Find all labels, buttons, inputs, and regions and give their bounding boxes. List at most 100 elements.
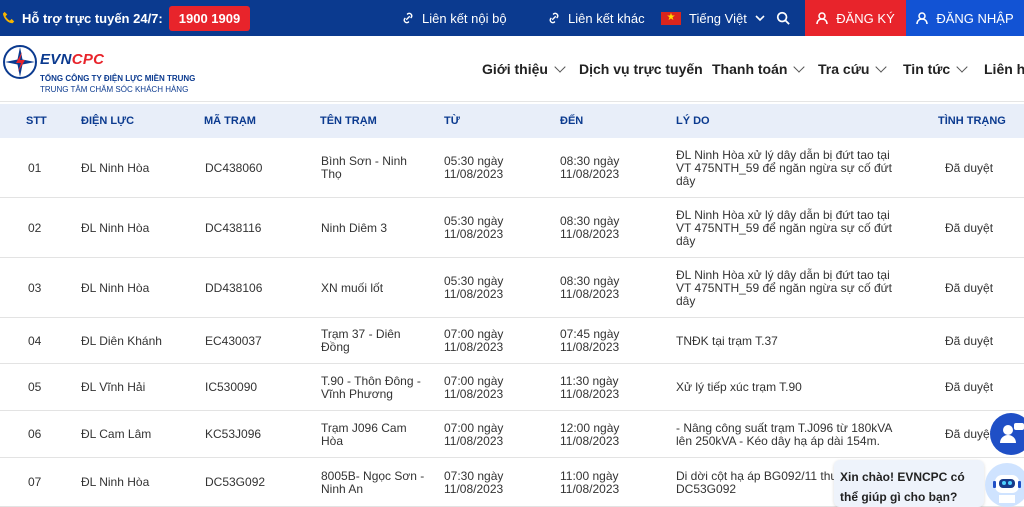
support-label: Hỗ trợ trực tuyến 24/7: xyxy=(22,10,163,26)
cell-from: 05:30 ngày 11/08/2023 xyxy=(444,155,503,181)
support-info: Hỗ trợ trực tuyến 24/7: 1900 1909 xyxy=(0,0,251,36)
cell-status: Đã duyệt xyxy=(945,221,994,235)
vietnam-flag-icon: ★ xyxy=(661,11,681,25)
col-stt: STT xyxy=(26,115,47,127)
cell-line: 11/08/2023 xyxy=(560,387,620,401)
brand-line2: TRUNG TÂM CHĂM SÓC KHÁCH HÀNG xyxy=(40,85,189,94)
cell-stt: 02 xyxy=(28,221,42,235)
phone-icon xyxy=(2,11,15,24)
nav-tra-cuu[interactable]: Tra cứu xyxy=(818,61,888,77)
cell-reason: TNĐK tại trạm T.37 xyxy=(676,335,778,348)
support-chat-button[interactable] xyxy=(990,413,1024,455)
chevron-down-icon xyxy=(755,15,765,22)
cell-unit: ĐL Ninh Hòa xyxy=(81,161,150,175)
cell-line: VT 475NTH_59 để ngăn ngừa sự cố đứt xyxy=(676,221,893,235)
chatbot-robot-icon[interactable] xyxy=(985,463,1024,507)
cell-code: DD438106 xyxy=(205,281,263,295)
nav-lien-he[interactable]: Liên hệ xyxy=(984,61,1024,77)
table-header: STT ĐIỆN LỰC MÃ TRẠM TÊN TRẠM TỪ ĐẾN LÝ … xyxy=(0,104,1024,138)
col-tu: TỪ xyxy=(444,115,460,127)
chevron-down-icon xyxy=(956,61,968,73)
cell-unit: ĐL Ninh Hòa xyxy=(81,221,150,235)
cell-unit: ĐL Diên Khánh xyxy=(81,334,162,348)
chevron-down-icon xyxy=(554,61,566,73)
cell-name: T.90 - Thôn Đông - Vĩnh Phương xyxy=(321,375,421,401)
nav-label: Tra cứu xyxy=(818,61,870,77)
cell-line: 11/08/2023 xyxy=(444,227,504,241)
cell-from: 05:30 ngày 11/08/2023 xyxy=(444,215,503,241)
cell-line: VT 475NTH_59 để ngăn ngừa sự cố đứt xyxy=(676,161,893,175)
brand-evn: EVN xyxy=(40,51,72,68)
cell-name: Trạm J096 Cam Hòa xyxy=(321,422,407,448)
table-row: 02 ĐL Ninh Hòa DC438116 Ninh Diêm 3 05:30 ng… xyxy=(0,198,1024,258)
cell-to: 08:30 ngày 11/08/2023 xyxy=(560,155,619,181)
nav-label: Thanh toán xyxy=(712,61,788,77)
nav-thanh-toan[interactable]: Thanh toán xyxy=(712,61,806,77)
search-button[interactable] xyxy=(776,0,797,36)
cell-stt: 01 xyxy=(28,161,42,175)
cell-reason: - Nâng công suất trạm T.J096 từ 180kVA lê… xyxy=(676,422,892,448)
cell-unit: ĐL Ninh Hòa xyxy=(81,475,150,489)
cell-unit: ĐL Cam Lâm xyxy=(81,427,152,441)
cell-line: dây xyxy=(676,294,696,308)
other-link[interactable]: Liên kết khác xyxy=(547,0,645,36)
cell-name: Bình Sơn - Ninh Thọ xyxy=(321,155,407,181)
cell-from: 07:00 ngày 11/08/2023 xyxy=(444,422,503,448)
cell-line: DC53G092 xyxy=(676,482,737,496)
cell-to: 11:30 ngày 11/08/2023 xyxy=(560,375,619,401)
login-button[interactable]: ĐĂNG NHẬP xyxy=(906,0,1024,36)
evncpc-logo-icon[interactable] xyxy=(2,44,38,80)
cell-code: EC430037 xyxy=(205,334,262,348)
register-button[interactable]: ĐĂNG KÝ xyxy=(805,0,906,36)
nav-label: Dịch vụ trực tuyến xyxy=(579,61,703,77)
chevron-down-icon xyxy=(875,61,888,73)
nav-gioi-thieu[interactable]: Giới thiệu xyxy=(482,61,566,77)
cell-line: Vĩnh Phương xyxy=(321,387,393,401)
login-label: ĐĂNG NHẬP xyxy=(936,10,1014,26)
cell-stt: 03 xyxy=(28,281,42,295)
cell-stt: 07 xyxy=(28,475,42,489)
cell-from: 05:30 ngày 11/08/2023 xyxy=(444,275,503,301)
cell-reason: Xử lý tiếp xúc trạm T.90 xyxy=(676,381,802,394)
cell-line: 11/08/2023 xyxy=(560,482,620,496)
cell-from: 07:00 ngày 11/08/2023 xyxy=(444,328,503,354)
cell-code: DC438060 xyxy=(205,161,263,175)
cell-line: XN muối lốt xyxy=(321,281,384,295)
col-ma-tram: MÃ TRẠM xyxy=(204,115,256,127)
brand-line1: TỔNG CÔNG TY ĐIỆN LỰC MIỀN TRUNG xyxy=(40,74,196,83)
table-row: 04 ĐL Diên Khánh EC430037 Trạm 37 - Diên Đồn… xyxy=(0,318,1024,364)
language-label: Tiếng Việt xyxy=(689,10,747,26)
brand-name[interactable]: EVNCPC xyxy=(40,51,104,68)
internal-link[interactable]: Liên kết nội bộ xyxy=(401,0,507,36)
cell-from: 07:00 ngày 11/08/2023 xyxy=(444,375,503,401)
table-row: 03 ĐL Ninh Hòa DD438106 XN muối lốt 05:30 ng… xyxy=(0,258,1024,318)
support-agent-icon xyxy=(1000,423,1024,443)
nav-dich-vu[interactable]: Dịch vụ trực tuyến xyxy=(579,61,703,77)
chat-line2: thể giúp gì cho bạn? xyxy=(840,490,958,504)
cell-line: 11/08/2023 xyxy=(560,340,620,354)
table-row: 05 ĐL Vĩnh Hải IC530090 T.90 - Thôn Đông -V… xyxy=(0,364,1024,411)
main-header: EVNCPC TỔNG CÔNG TY ĐIỆN LỰC MIỀN TRUNG … xyxy=(0,36,1024,102)
cell-reason: ĐL Ninh Hòa xử lý dây dẫn bị đứt tao tại… xyxy=(676,149,892,188)
nav-label: Liên hệ xyxy=(984,61,1024,77)
cell-line: 11/08/2023 xyxy=(444,482,504,496)
user-icon xyxy=(916,11,929,24)
table-row: 01 ĐL Ninh Hòa DC438060 Bình Sơn - Ninh Thọ 0… xyxy=(0,138,1024,198)
col-ten-tram: TÊN TRẠM xyxy=(320,115,377,127)
chat-greeting[interactable]: Xin chào! EVNCPC có thể giúp gì cho bạn? xyxy=(834,460,984,507)
col-ly-do: LÝ DO xyxy=(676,115,710,127)
cell-status: Đã duyệt xyxy=(945,427,994,441)
cell-line: Đồng xyxy=(321,340,350,354)
cell-line: 11/08/2023 xyxy=(444,387,504,401)
cell-name: XN muối lốt xyxy=(321,282,383,295)
search-icon xyxy=(776,11,790,25)
user-icon xyxy=(816,11,828,24)
language-selector[interactable]: ★ Tiếng Việt xyxy=(661,0,765,36)
cell-code: DC53G092 xyxy=(205,475,266,489)
cell-line: Ninh Diêm 3 xyxy=(321,221,388,235)
cell-stt: 04 xyxy=(28,334,42,348)
nav-tin-tuc[interactable]: Tin tức xyxy=(903,61,968,77)
hotline-button[interactable]: 1900 1909 xyxy=(168,5,251,31)
cell-reason: Di dời cột hạ áp BG092/11 thu DC53G092 xyxy=(676,470,837,496)
cell-to: 08:30 ngày 11/08/2023 xyxy=(560,215,619,241)
